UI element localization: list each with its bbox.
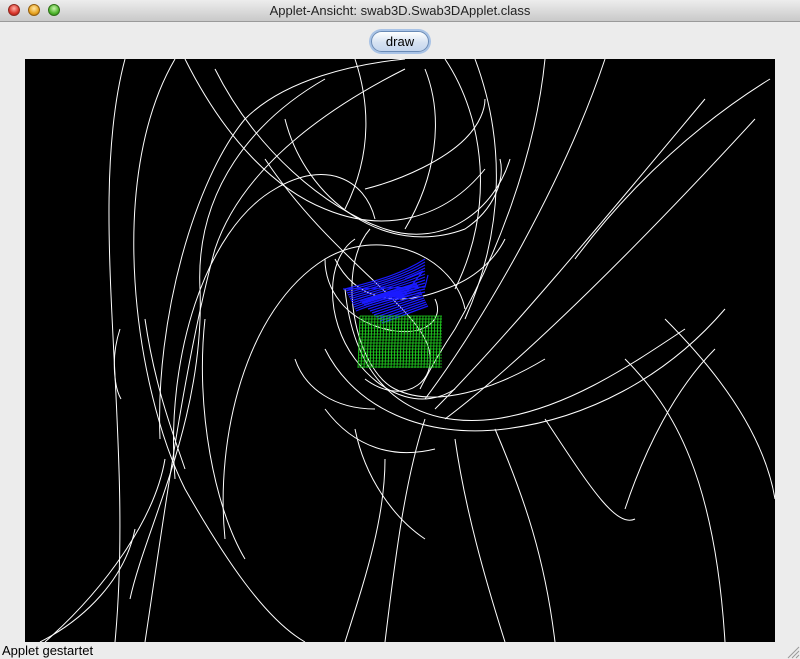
applet-window: Applet-Ansicht: swab3D.Swab3DApplet.clas… — [0, 0, 800, 659]
grid-line — [423, 315, 427, 369]
grid-line — [396, 315, 400, 369]
draw-button[interactable]: draw — [371, 31, 429, 52]
status-text: Applet gestartet — [2, 643, 94, 658]
grid-line — [375, 315, 379, 369]
grid-line — [426, 315, 430, 369]
grid-line — [417, 315, 421, 369]
trajectory-line — [159, 59, 406, 440]
trajectory-line — [344, 458, 386, 642]
trajectory-lines — [39, 59, 775, 642]
grid-line — [420, 315, 424, 369]
trajectory-line — [264, 158, 431, 392]
trajectory-line — [494, 428, 556, 642]
trajectory-line — [284, 118, 502, 238]
trajectory-line — [664, 318, 775, 500]
grid-line — [405, 315, 409, 369]
trajectory-line — [324, 408, 436, 454]
grid-line — [381, 315, 385, 369]
toolbar: draw — [0, 22, 800, 58]
trajectory-line — [354, 428, 426, 540]
resize-grip-icon[interactable] — [785, 644, 800, 659]
grid-line — [438, 315, 442, 369]
trajectory-line — [364, 98, 486, 190]
grid-line — [357, 315, 361, 369]
trajectory-line — [444, 118, 756, 420]
grid-line — [432, 315, 436, 369]
grid-line — [390, 315, 394, 369]
trajectory-line — [444, 59, 481, 290]
trajectory-line — [434, 98, 706, 410]
trajectory-line — [424, 59, 606, 400]
blue-object — [342, 258, 429, 324]
scene-svg — [39, 59, 775, 642]
trajectory-line — [404, 68, 436, 230]
trajectory-line — [39, 528, 136, 642]
grid-line — [393, 315, 397, 369]
trajectory-line — [624, 358, 726, 642]
trajectory-line — [544, 418, 636, 521]
trajectory-line — [574, 78, 771, 260]
grid-line — [372, 315, 376, 369]
grid-line — [411, 315, 415, 369]
trajectory-line — [419, 59, 546, 390]
grid-line — [402, 315, 406, 369]
grid-line — [387, 315, 391, 369]
trajectory-line — [214, 68, 511, 235]
render-canvas[interactable] — [25, 59, 775, 642]
grid-line — [435, 315, 439, 369]
status-bar: Applet gestartet — [0, 643, 800, 659]
grid-line — [378, 315, 382, 369]
blue-wireframe — [342, 258, 429, 324]
trajectory-line — [44, 458, 166, 642]
window-title: Applet-Ansicht: swab3D.Swab3DApplet.clas… — [269, 3, 531, 18]
grid-line — [384, 315, 388, 369]
trajectory-line — [133, 59, 306, 642]
grid-line — [399, 315, 403, 369]
title-bar: Applet-Ansicht: swab3D.Swab3DApplet.clas… — [0, 0, 800, 22]
trajectory-line — [454, 438, 506, 642]
grid-line — [408, 315, 412, 369]
